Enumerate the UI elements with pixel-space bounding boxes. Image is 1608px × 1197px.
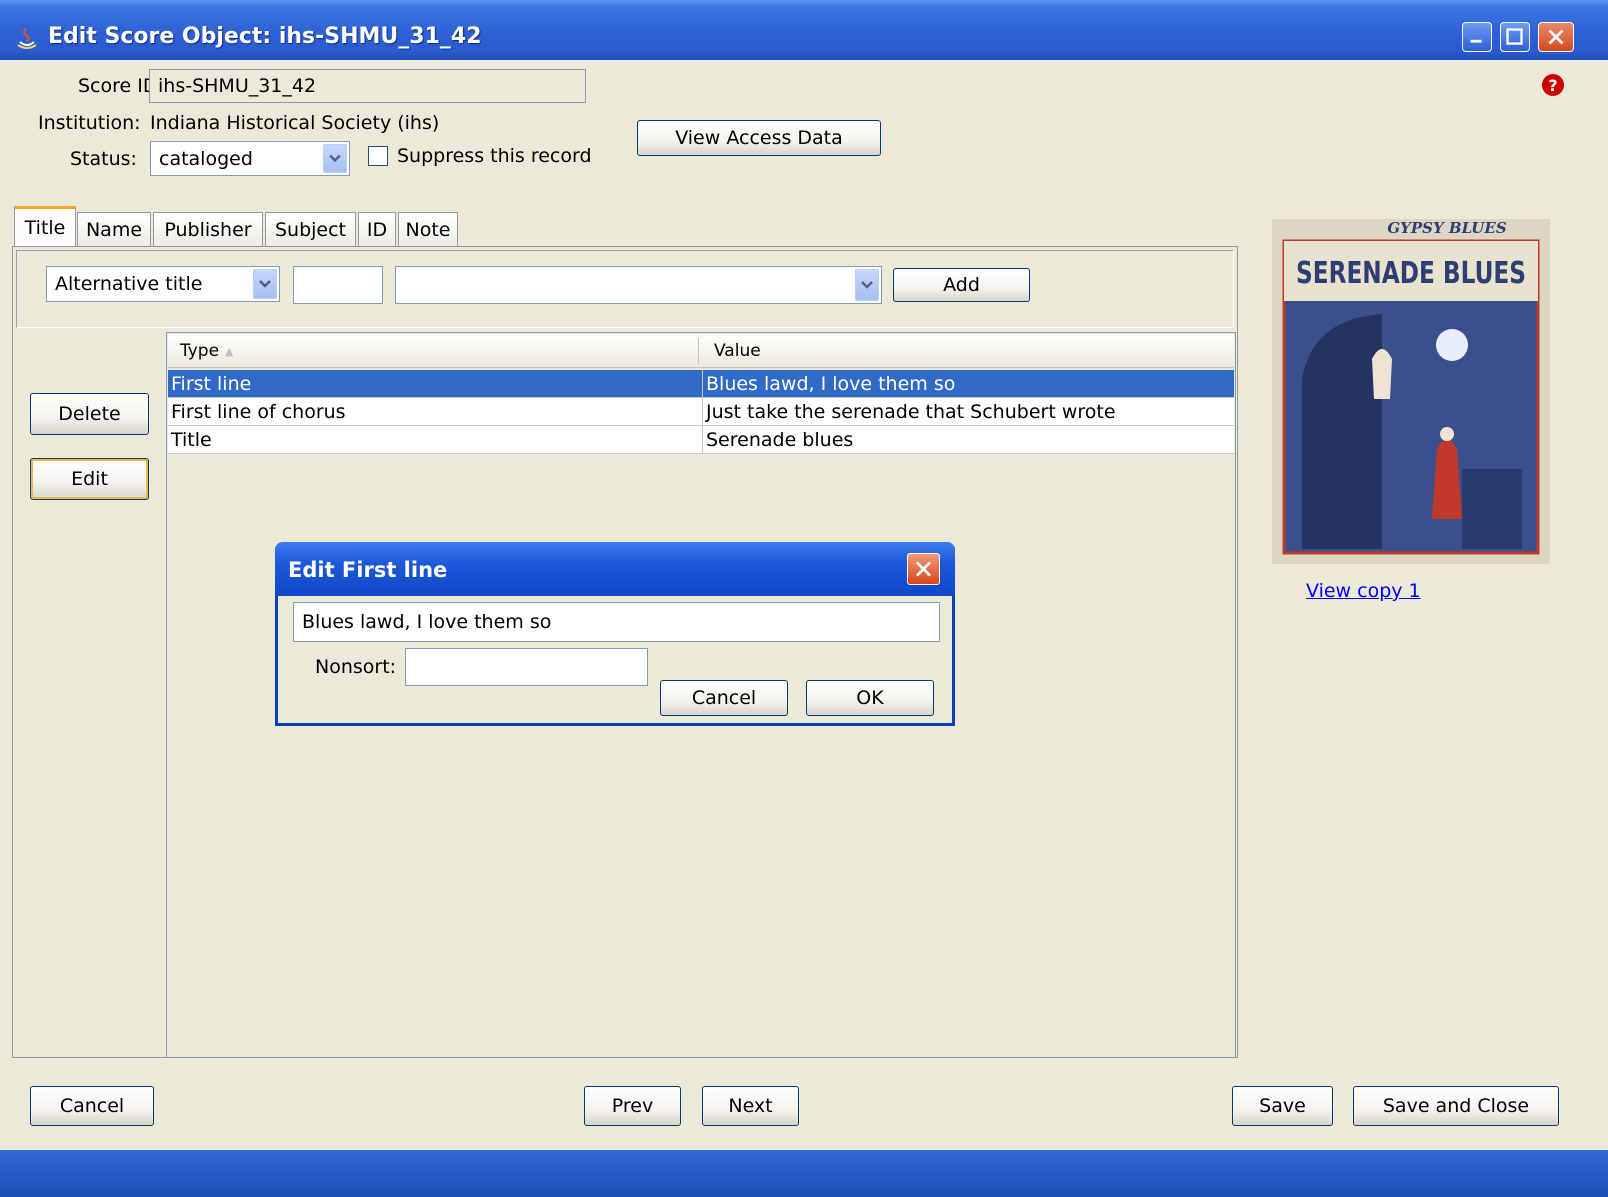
tab-name[interactable]: Name xyxy=(77,212,151,246)
title-value-dropdown-button[interactable] xyxy=(855,269,879,301)
close-window-button[interactable] xyxy=(1538,22,1574,52)
score-id-field[interactable]: ihs-SHMU_31_42 xyxy=(149,69,586,103)
table-cell-value: Serenade blues xyxy=(702,426,1236,454)
dialog-cancel-button[interactable]: Cancel xyxy=(660,680,788,716)
minimize-icon xyxy=(1470,39,1482,43)
sort-ascending-icon: ▲ xyxy=(225,344,234,358)
title-type-select[interactable]: Alternative title xyxy=(46,266,280,302)
thumbnail-top-text: GYPSY BLUES xyxy=(1387,219,1506,237)
add-button[interactable]: Add xyxy=(893,268,1030,302)
status-select[interactable]: cataloged xyxy=(150,141,350,176)
maximize-button[interactable] xyxy=(1500,22,1530,52)
table-row[interactable]: First line of chorus Just take the seren… xyxy=(168,398,1234,426)
dialog-close-button[interactable] xyxy=(907,553,940,585)
suppress-checkbox[interactable] xyxy=(368,146,388,166)
tab-title[interactable]: Title xyxy=(14,206,76,247)
column-header-type-label: Type xyxy=(180,341,220,361)
chevron-down-icon xyxy=(329,154,341,163)
status-label: Status: xyxy=(70,148,137,170)
taskbar xyxy=(0,1150,1608,1197)
edit-dialog-title: Edit First line xyxy=(288,558,448,582)
title-value-select[interactable] xyxy=(395,266,882,304)
save-and-close-button[interactable]: Save and Close xyxy=(1353,1086,1559,1126)
status-dropdown-button[interactable] xyxy=(323,144,347,173)
view-copy-link[interactable]: View copy 1 xyxy=(1306,580,1421,602)
window-titlebar[interactable]: Edit Score Object: ihs-SHMU_31_42 xyxy=(0,0,1608,60)
table-row[interactable]: Title Serenade blues xyxy=(168,426,1234,454)
dialog-ok-button[interactable]: OK xyxy=(806,680,934,716)
cancel-button[interactable]: Cancel xyxy=(30,1086,154,1126)
minimize-button[interactable] xyxy=(1462,22,1492,52)
table-cell-value: Just take the serenade that Schubert wro… xyxy=(702,398,1236,426)
close-icon xyxy=(915,561,932,577)
close-icon xyxy=(1548,29,1564,45)
edit-button[interactable]: Edit xyxy=(30,458,149,500)
column-divider xyxy=(698,338,699,364)
java-app-icon xyxy=(17,27,37,49)
column-header-type[interactable]: Type ▲ xyxy=(168,336,698,366)
help-icon[interactable]: ? xyxy=(1541,73,1565,97)
view-access-data-button[interactable]: View Access Data xyxy=(637,120,881,156)
institution-label: Institution: xyxy=(38,112,141,134)
edit-dialog-titlebar[interactable]: Edit First line xyxy=(275,542,955,596)
table-cell-type: Title xyxy=(171,429,212,451)
tab-note[interactable]: Note xyxy=(398,212,458,246)
table-row[interactable]: First line Blues lawd, I love them so xyxy=(168,370,1234,398)
prev-button[interactable]: Prev xyxy=(584,1086,681,1126)
table-cell-type: First line xyxy=(171,373,252,395)
chevron-down-icon xyxy=(259,280,271,288)
edit-dialog: Edit First line Blues lawd, I love them … xyxy=(275,542,955,726)
dialog-text-input[interactable]: Blues lawd, I love them so xyxy=(293,602,940,642)
delete-button[interactable]: Delete xyxy=(30,393,149,435)
institution-value: Indiana Historical Society (ihs) xyxy=(150,112,440,134)
chevron-down-icon xyxy=(861,281,873,289)
table-cell-type: First line of chorus xyxy=(171,401,346,423)
suppress-label: Suppress this record xyxy=(397,145,592,167)
column-header-value[interactable]: Value xyxy=(702,336,1232,366)
thumbnail-main-text: SERENADE BLUES xyxy=(1296,256,1526,291)
svg-text:?: ? xyxy=(1548,76,1557,95)
dialog-nonsort-input[interactable] xyxy=(405,648,648,686)
table-cell-value: Blues lawd, I love them so xyxy=(702,370,1236,398)
tab-publisher[interactable]: Publisher xyxy=(153,212,263,246)
tab-id[interactable]: ID xyxy=(358,212,396,246)
save-button[interactable]: Save xyxy=(1232,1086,1333,1126)
title-type-value: Alternative title xyxy=(55,273,203,295)
title-type-dropdown-button[interactable] xyxy=(253,269,277,299)
dialog-nonsort-label: Nonsort: xyxy=(315,656,397,678)
next-button[interactable]: Next xyxy=(702,1086,799,1126)
status-select-value: cataloged xyxy=(159,147,253,170)
tab-subject[interactable]: Subject xyxy=(265,212,356,246)
nonsort-input[interactable] xyxy=(293,266,383,304)
score-cover-thumbnail[interactable]: GYPSY BLUES SERENADE BLUES xyxy=(1272,219,1550,564)
maximize-icon xyxy=(1506,28,1523,45)
window-title: Edit Score Object: ihs-SHMU_31_42 xyxy=(48,24,482,49)
